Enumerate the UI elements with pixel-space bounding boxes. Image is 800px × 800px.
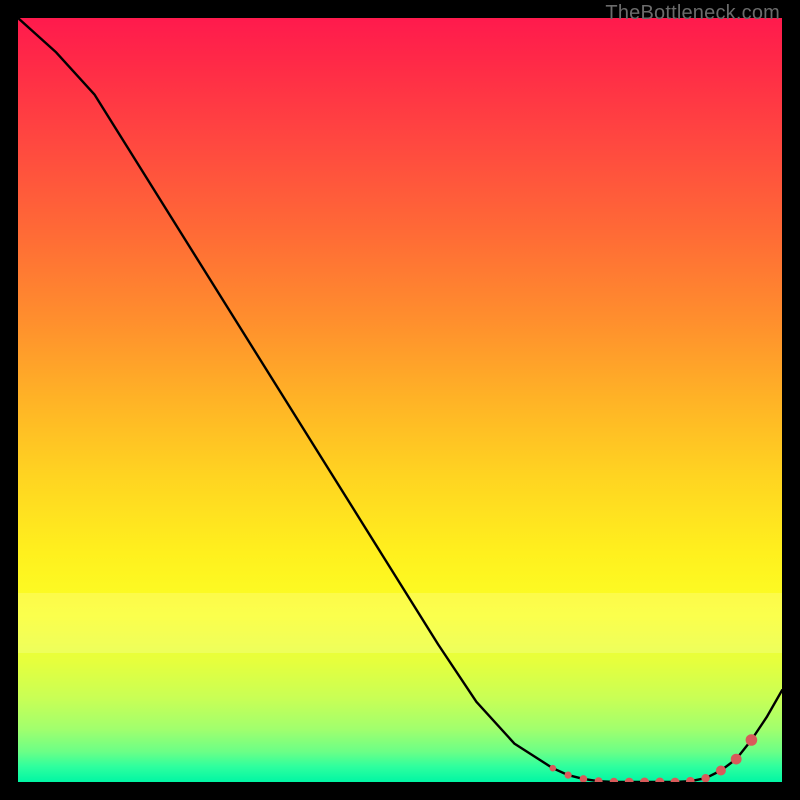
plot-area: [18, 18, 782, 782]
chart-stage: TheBottleneck.com: [0, 0, 800, 800]
watermark-text: TheBottleneck.com: [605, 2, 780, 25]
